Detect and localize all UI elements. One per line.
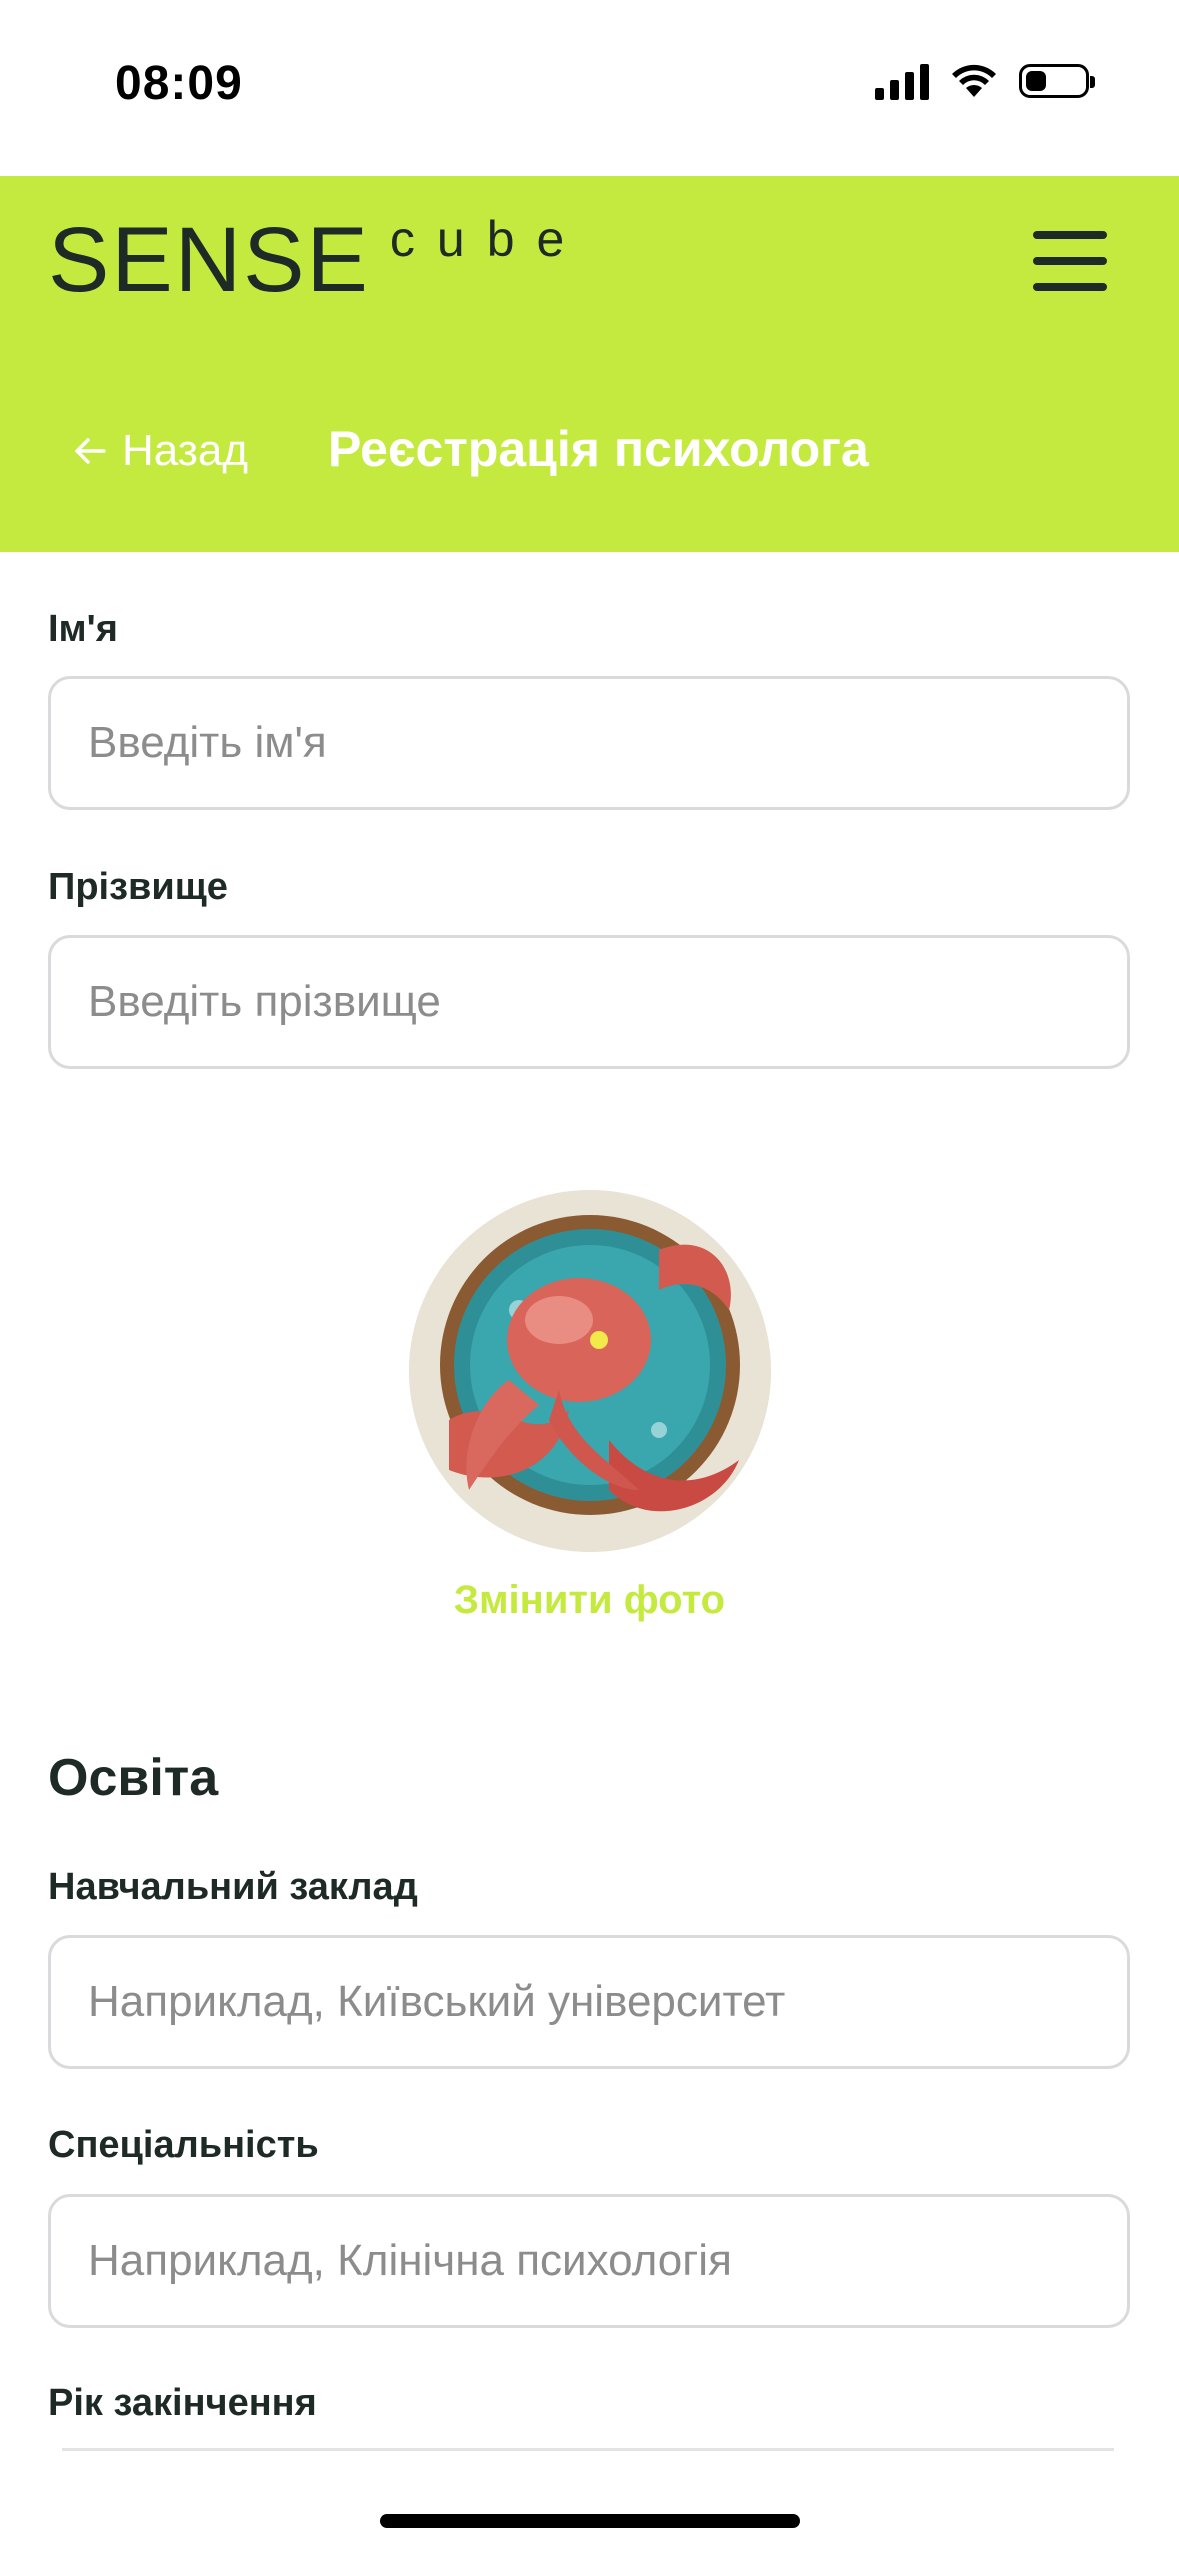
battery-level <box>1026 71 1046 91</box>
first-name-input[interactable] <box>48 676 1130 810</box>
logo[interactable]: SENSE cube <box>48 214 586 306</box>
status-bar: 08:09 <box>0 0 1179 176</box>
signal-icon <box>875 62 929 100</box>
hamburger-menu-icon[interactable] <box>1033 231 1107 291</box>
specialty-input[interactable] <box>48 2194 1130 2328</box>
back-label: Назад <box>122 426 249 475</box>
first-name-label: Ім'я <box>48 608 118 650</box>
graduation-year-input-edge[interactable] <box>62 2448 1114 2451</box>
logo-main: SENSE <box>48 209 370 311</box>
octopus-photo <box>409 1190 771 1552</box>
wifi-icon <box>952 64 996 97</box>
home-indicator[interactable] <box>380 2514 800 2528</box>
institution-input[interactable] <box>48 1935 1130 2069</box>
logo-sub: cube <box>389 211 587 267</box>
status-time: 08:09 <box>115 57 243 110</box>
specialty-label: Спеціальність <box>48 2124 319 2166</box>
last-name-label: Прізвище <box>48 866 228 908</box>
avatar[interactable] <box>409 1190 771 1552</box>
last-name-input[interactable] <box>48 935 1130 1069</box>
back-button[interactable]: Назад <box>72 426 248 476</box>
institution-label: Навчальний заклад <box>48 1866 418 1908</box>
arrow-left-icon <box>75 438 106 464</box>
page-title: Реєстрація психолога <box>328 421 869 477</box>
graduation-year-label: Рік закінчення <box>48 2382 317 2424</box>
education-section-title: Освіта <box>48 1749 219 1807</box>
status-icons <box>875 62 1095 100</box>
battery-icon <box>1019 64 1095 98</box>
change-photo-button[interactable]: Змінити фото <box>0 1578 1179 1623</box>
app-header: SENSE cube Назад Реєстрація психолога <box>0 176 1179 552</box>
